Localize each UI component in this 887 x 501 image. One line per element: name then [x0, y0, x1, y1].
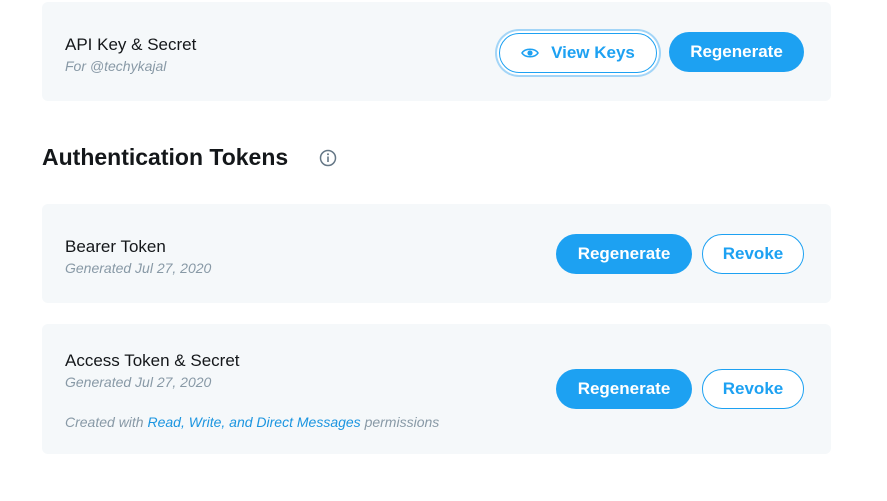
info-icon[interactable] [319, 149, 337, 167]
api-key-subtitle: For @techykajal [65, 58, 167, 74]
access-token-title: Access Token & Secret [65, 351, 240, 370]
access-regenerate-button[interactable]: Regenerate [556, 369, 692, 409]
permissions-link[interactable]: Read, Write, and Direct Messages [147, 414, 360, 430]
bearer-token-title: Bearer Token [65, 237, 166, 256]
api-key-title: API Key & Secret [65, 35, 197, 54]
view-keys-label: View Keys [551, 43, 635, 62]
bearer-revoke-button[interactable]: Revoke [702, 234, 804, 274]
access-token-subtitle: Generated Jul 27, 2020 [65, 374, 212, 390]
bearer-token-card: Bearer Token Generated Jul 27, 2020 Rege… [42, 204, 831, 303]
page: API Key & Secret For @techykajal View Ke… [0, 0, 887, 501]
api-key-card: API Key & Secret For @techykajal View Ke… [42, 2, 831, 101]
bearer-token-subtitle: Generated Jul 27, 2020 [65, 260, 212, 276]
view-keys-button[interactable]: View Keys [499, 33, 657, 73]
authentication-tokens-heading: Authentication Tokens [42, 144, 289, 170]
permissions-suffix: permissions [360, 414, 440, 430]
permissions-prefix: Created with [65, 414, 148, 430]
bearer-regenerate-button[interactable]: Regenerate [556, 234, 692, 274]
access-token-card: Access Token & Secret Generated Jul 27, … [42, 324, 831, 454]
eye-icon [521, 47, 540, 59]
api-key-regenerate-button[interactable]: Regenerate [669, 32, 804, 72]
permissions-note: Created with Read, Write, and Direct Mes… [65, 414, 439, 430]
access-revoke-button[interactable]: Revoke [702, 369, 804, 409]
